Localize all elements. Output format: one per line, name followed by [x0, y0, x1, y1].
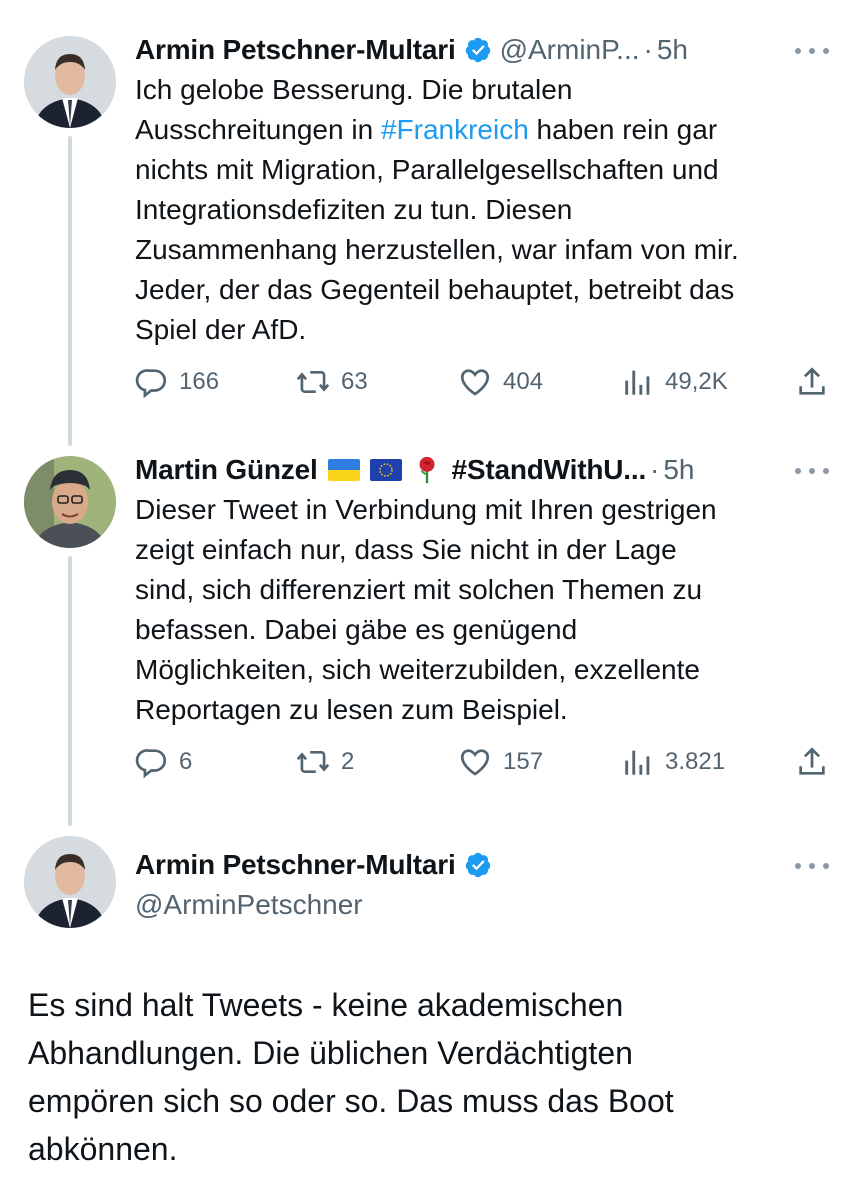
share-button[interactable]	[795, 742, 839, 782]
author-tag[interactable]: #StandWithU...	[452, 454, 647, 486]
timestamp[interactable]: 5h	[663, 454, 694, 486]
views-count: 3.821	[665, 748, 726, 775]
views-button[interactable]: 3.821	[621, 742, 725, 782]
tweet-text: Es sind halt Tweets - keine akademischen…	[28, 987, 674, 1167]
views-button[interactable]: 49,2K	[621, 362, 728, 402]
rose-icon	[419, 456, 435, 484]
author-handle[interactable]: @ArminP...	[500, 34, 640, 66]
share-icon	[799, 747, 825, 775]
repost-icon	[296, 750, 330, 774]
reply-button[interactable]: 6	[135, 742, 192, 782]
more-icon[interactable]	[795, 36, 829, 66]
main-tweet[interactable]: Armin Petschner-Multari @ArminPetschner …	[0, 845, 859, 1175]
heart-icon	[460, 369, 490, 396]
tweet-text-part: haben rein gar nichts mit Migration, Par…	[135, 114, 739, 345]
reply-icon	[135, 749, 167, 779]
more-icon[interactable]	[795, 456, 829, 486]
reply-count: 6	[179, 748, 193, 775]
tweet-text: Ich gelobe Besserung. Die brutalen Aussc…	[135, 70, 835, 350]
ukraine-flag-icon	[327, 459, 360, 481]
like-count: 157	[503, 748, 544, 775]
repost-icon	[296, 370, 330, 394]
repost-count: 2	[341, 748, 355, 775]
verified-badge-icon	[464, 851, 492, 879]
repost-button[interactable]: 63	[295, 362, 368, 402]
heart-icon	[460, 749, 490, 776]
author-handle[interactable]: @ArminPetschner	[135, 885, 363, 925]
tweet-header: Armin Petschner-Multari	[135, 845, 492, 885]
share-button[interactable]	[795, 362, 839, 402]
action-bar: 166 63 404 49,2K	[135, 362, 835, 402]
tweet[interactable]: Armin Petschner-Multari @ArminP... · 5h …	[0, 30, 859, 410]
repost-button[interactable]: 2	[295, 742, 354, 782]
author-name[interactable]: Armin Petschner-Multari	[135, 34, 456, 66]
views-icon	[625, 370, 650, 395]
separator: ·	[650, 454, 660, 485]
tweet[interactable]: Martin Günzel #StandWithU... · 5h Dieser…	[0, 450, 859, 800]
reply-button[interactable]: 166	[135, 362, 219, 402]
action-bar: 6 2 157 3.821	[135, 742, 835, 782]
share-icon	[799, 367, 825, 395]
views-icon	[625, 750, 650, 775]
like-count: 404	[503, 368, 544, 395]
author-name[interactable]: Armin Petschner-Multari	[135, 849, 456, 881]
reply-icon	[135, 369, 167, 399]
more-icon[interactable]	[795, 851, 829, 881]
timestamp[interactable]: 5h	[657, 34, 688, 66]
eu-flag-icon	[369, 459, 402, 481]
hashtag-link[interactable]: #Frankreich	[381, 114, 529, 145]
author-name[interactable]: Martin Günzel	[135, 454, 318, 486]
verified-badge-icon	[464, 36, 492, 64]
separator: ·	[643, 34, 653, 65]
views-count: 49,2K	[665, 368, 728, 395]
reply-count: 166	[179, 368, 220, 395]
repost-count: 63	[341, 368, 368, 395]
like-button[interactable]: 404	[457, 362, 543, 402]
tweet-header: Martin Günzel #StandWithU... · 5h	[135, 450, 695, 490]
tweet-header: Armin Petschner-Multari @ArminP... · 5h	[135, 30, 688, 70]
like-button[interactable]: 157	[457, 742, 543, 782]
tweet-text: Dieser Tweet in Verbindung mit Ihren ges…	[135, 494, 717, 725]
